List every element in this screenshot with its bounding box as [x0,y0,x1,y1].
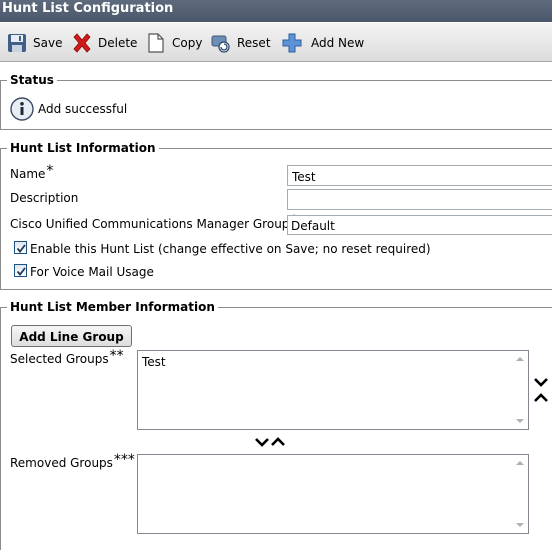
delete-label: Delete [98,36,138,50]
status-legend: Status [10,73,54,87]
removed-groups-listbox[interactable] [137,454,529,534]
scroll-up-arrow-icon[interactable] [516,357,524,361]
enable-hunt-list-checkbox[interactable] [14,241,27,254]
save-label: Save [33,36,63,50]
remove-group-chevron-icon[interactable] [254,436,270,448]
delete-button[interactable]: Delete [71,32,137,54]
selected-groups-listbox[interactable]: Test [137,350,529,430]
removed-groups-label-text: Removed Groups [10,456,113,470]
selected-groups-items: Test [142,355,166,369]
copy-document-icon [148,33,164,53]
save-button[interactable]: Save [6,32,62,54]
removed-groups-scrollbar[interactable] [512,455,528,533]
scroll-down-arrow-icon[interactable] [516,419,524,423]
hunt-list-member-legend: Hunt List Member Information [10,300,215,314]
copy-button[interactable]: Copy [145,32,202,54]
selected-groups-scrollbar[interactable] [512,351,528,429]
reset-button[interactable]: Reset [210,32,271,54]
floppy-disk-icon [8,34,26,52]
info-icon [10,97,34,121]
voice-mail-usage-checkbox[interactable] [14,264,27,277]
scroll-up-arrow-icon[interactable] [516,461,524,465]
restore-group-chevron-icon[interactable] [270,436,286,448]
description-label: Description [10,191,79,205]
add-new-label: Add New [311,36,365,50]
description-input[interactable] [287,189,552,210]
selected-groups-marker: ** [109,348,124,364]
move-down-chevron-icon[interactable] [533,376,549,388]
name-label-text: Name [10,167,46,181]
add-plus-icon [282,33,302,53]
copy-label: Copy [172,36,203,50]
removed-groups-label: Removed Groups*** [10,452,135,471]
add-new-button[interactable]: Add New [281,32,364,54]
window-title: Hunt List Configuration [0,0,552,22]
selected-groups-label-text: Selected Groups [10,352,109,366]
cucm-group-select[interactable]: Default [287,215,552,235]
checkmark-icon [16,244,26,253]
name-input[interactable] [287,165,552,186]
cucm-group-label: Cisco Unified Communications Manager Gro… [10,213,297,232]
name-label: Name* [10,163,54,182]
voice-mail-usage-label: For Voice Mail Usage [30,265,154,279]
toolbar: Save Delete Copy Reset Add New [0,22,552,62]
reset-label: Reset [237,36,271,50]
selected-groups-label: Selected Groups** [10,348,124,367]
cucm-group-selected-value: Default [291,219,335,233]
scroll-down-arrow-icon[interactable] [516,523,524,527]
cucm-group-label-text: Cisco Unified Communications Manager Gro… [10,217,290,231]
reset-icon [211,35,230,53]
removed-groups-marker: *** [113,452,135,468]
hunt-list-information-legend: Hunt List Information [10,141,156,155]
required-asterisk: * [46,163,54,179]
delete-x-icon [73,33,91,53]
status-message: Add successful [38,102,128,116]
add-line-group-button[interactable]: Add Line Group [11,325,132,347]
move-up-chevron-icon[interactable] [533,392,549,404]
list-item[interactable]: Test [142,355,166,369]
enable-hunt-list-label: Enable this Hunt List (change effective … [30,242,431,256]
checkmark-icon [16,267,26,276]
